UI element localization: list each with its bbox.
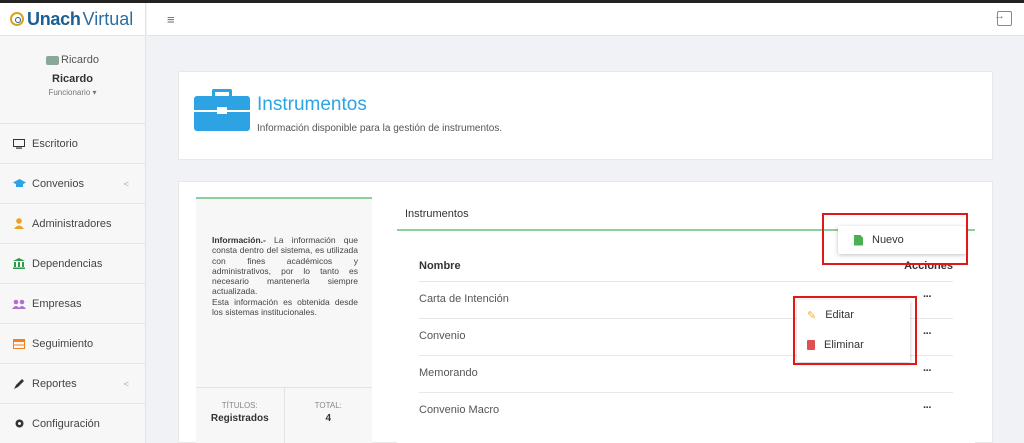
user-name: Ricardo bbox=[52, 73, 93, 85]
stat-label: TOTAL: bbox=[314, 401, 342, 410]
graduation-cap-icon bbox=[12, 178, 26, 190]
top-edge bbox=[0, 0, 1024, 3]
sidebar: Unach Virtual Ricardo Ricardo Funcionari… bbox=[0, 3, 146, 443]
actions-menu-icon[interactable]: ··· bbox=[923, 291, 932, 303]
sidebar-item-label: Seguimiento bbox=[32, 337, 94, 350]
gear-icon bbox=[12, 418, 26, 430]
sidebar-item-label: Empresas bbox=[32, 297, 82, 310]
instrument-name: Convenio Macro bbox=[419, 404, 500, 416]
sidebar-item-label: Convenios bbox=[32, 177, 84, 190]
column-header-name: Nombre bbox=[419, 260, 461, 272]
stat-label: TÍTULOS: bbox=[221, 401, 258, 410]
chevron-left-icon: < bbox=[123, 178, 129, 189]
sidebar-item-label: Reportes bbox=[32, 377, 77, 390]
sidebar-item-label: Administradores bbox=[32, 217, 112, 230]
sidebar-item-configuracion[interactable]: Configuración bbox=[0, 404, 145, 443]
avatar: Ricardo bbox=[0, 54, 145, 66]
broken-image-icon bbox=[46, 55, 60, 65]
info-lead: Información.- bbox=[212, 235, 266, 245]
actions-menu-icon[interactable]: ··· bbox=[923, 365, 932, 377]
briefcase-icon bbox=[194, 89, 250, 133]
brand-name-bold: Unach bbox=[27, 8, 81, 29]
sidebar-item-label: Escritorio bbox=[32, 137, 78, 150]
sidebar-item-empresas[interactable]: Empresas bbox=[0, 284, 145, 324]
avatar-alt-text: Ricardo bbox=[61, 54, 99, 66]
top-bar: ≡ bbox=[147, 3, 1024, 36]
stat-titles: TÍTULOS: Registrados bbox=[196, 388, 285, 443]
monitor-icon bbox=[12, 138, 26, 150]
page-header: Instrumentos Información disponible para… bbox=[178, 71, 993, 160]
sidebar-item-label: Configuración bbox=[32, 417, 100, 430]
info-stats: TÍTULOS: Registrados TOTAL: 4 bbox=[196, 387, 372, 443]
brand-name-light: Virtual bbox=[82, 8, 134, 29]
stat-value: Registrados bbox=[210, 413, 269, 424]
sidebar-item-label: Dependencias bbox=[32, 257, 103, 270]
page-subtitle: Información disponible para la gestión d… bbox=[257, 123, 503, 134]
chevron-left-icon: < bbox=[123, 378, 129, 389]
info-text: Información.- La información que consta … bbox=[212, 235, 358, 317]
stat-total: TOTAL: 4 bbox=[285, 388, 373, 443]
sidebar-item-escritorio[interactable]: Escritorio bbox=[0, 124, 145, 164]
sidebar-item-administradores[interactable]: Administradores bbox=[0, 204, 145, 244]
institution-icon bbox=[12, 258, 26, 270]
table-icon bbox=[12, 338, 26, 350]
actions-menu-icon[interactable]: ··· bbox=[923, 402, 932, 414]
sidebar-item-convenios[interactable]: Convenios < bbox=[0, 164, 145, 204]
sidebar-item-seguimiento[interactable]: Seguimiento bbox=[0, 324, 145, 364]
page-title: Instrumentos bbox=[257, 94, 367, 115]
users-icon bbox=[12, 298, 26, 310]
highlight-box-actions bbox=[793, 296, 917, 365]
sidebar-item-dependencias[interactable]: Dependencias bbox=[0, 244, 145, 284]
unach-logo-icon bbox=[10, 12, 24, 26]
instrument-name: Convenio bbox=[419, 330, 466, 342]
logout-icon[interactable] bbox=[994, 10, 1012, 26]
highlight-box-new bbox=[822, 213, 968, 265]
instrument-name: Carta de Intención bbox=[419, 293, 509, 305]
pen-icon bbox=[12, 378, 26, 390]
user-icon bbox=[12, 218, 26, 230]
info-card: Información.- La información que consta … bbox=[196, 197, 372, 443]
stat-value: 4 bbox=[325, 413, 332, 424]
instrument-name: Memorando bbox=[419, 367, 478, 379]
actions-menu-icon[interactable]: ··· bbox=[923, 328, 932, 340]
info-body-2: Esta información es obtenida desde los s… bbox=[212, 296, 358, 318]
user-role-dropdown[interactable]: Funcionario ▾ bbox=[0, 88, 145, 97]
user-profile: Ricardo Ricardo Funcionario ▾ bbox=[0, 36, 145, 124]
table-row: Convenio Macro ··· bbox=[419, 392, 953, 429]
brand-logo[interactable]: Unach Virtual bbox=[0, 3, 145, 36]
menu-toggle-icon[interactable]: ≡ bbox=[167, 12, 175, 27]
sidebar-item-reportes[interactable]: Reportes < bbox=[0, 364, 145, 404]
